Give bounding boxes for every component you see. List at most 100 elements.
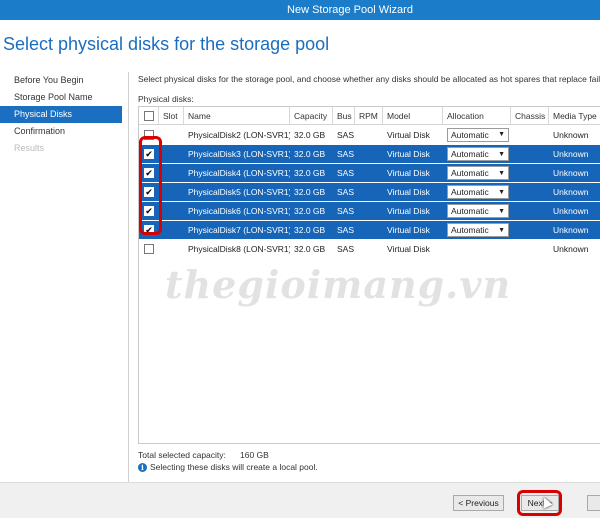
table-row[interactable]: ✔ PhysicalDisk7 (LON-SVR1) 32.0 GB SAS Virtu… [139,220,600,239]
header-select-all[interactable] [139,107,159,124]
previous-button[interactable]: < Previous [453,495,504,511]
cell-rpm [355,183,383,201]
cell-bus: SAS [337,225,355,235]
nav-item-before-you-begin[interactable]: Before You Begin [0,72,127,89]
cell-name: PhysicalDisk3 (LON-SVR1) [188,149,290,159]
chevron-down-icon: ▼ [498,188,505,196]
cell-allocation [443,239,511,258]
cell-media-type: Unknown [553,206,589,216]
cell-allocation: Automatic ▼ [443,145,511,163]
cell-model: Virtual Disk [387,168,430,178]
window-title: New Storage Pool Wizard [287,4,413,16]
column-header-chassis[interactable]: Chassis [511,107,549,124]
cell-slot [159,145,184,163]
cell-model: Virtual Disk [387,129,430,140]
cell-rpm [355,239,383,258]
cell-slot [159,164,184,182]
allocation-select[interactable]: Automatic ▼ [447,223,509,237]
cell-name: PhysicalDisk4 (LON-SVR1) [188,168,290,178]
next-button-highlight-box [517,490,562,516]
table-row[interactable]: ✔ PhysicalDisk5 (LON-SVR1) 32.0 GB SAS Virtu… [139,182,600,201]
cell-slot [159,221,184,239]
page-heading: Select physical disks for the storage po… [3,34,330,54]
cell-allocation: Automatic ▼ [443,125,511,144]
cell-model: Virtual Disk [387,206,430,216]
cell-rpm [355,202,383,220]
cell-capacity: 32.0 GB [294,243,326,254]
nav-item-storage-pool-name[interactable]: Storage Pool Name [0,89,127,106]
select-all-checkbox[interactable] [143,110,154,121]
cell-slot [159,239,184,258]
chevron-down-icon: ▼ [498,226,505,234]
cell-media-type: Unknown [553,243,589,254]
cell-slot [159,183,184,201]
total-capacity-label: Total selected capacity: [138,450,226,460]
cell-capacity: 32.0 GB [294,149,326,159]
cell-media-type: Unknown [553,225,589,235]
instruction-text: Select physical disks for the storage po… [138,74,600,84]
cell-chassis [511,145,549,163]
column-header-allocation[interactable]: Allocation [443,107,511,124]
nav-divider [128,72,129,482]
chevron-down-icon: ▼ [498,131,505,138]
disk-checkbox[interactable] [144,243,154,254]
allocation-value: Automatic [451,225,489,235]
allocation-value: Automatic [451,168,489,178]
column-header-name[interactable]: Name [184,107,290,124]
cell-rpm [355,125,383,144]
chevron-down-icon: ▼ [498,150,505,158]
next-button-adjacent[interactable] [587,495,600,511]
chevron-down-icon: ▼ [498,207,505,215]
table-row[interactable]: PhysicalDisk2 (LON-SVR1) 32.0 GB SAS Virtua… [139,125,600,144]
cell-capacity: 32.0 GB [294,225,326,235]
total-capacity-value: 160 GB [240,450,269,460]
cell-model: Virtual Disk [387,225,430,235]
table-row[interactable]: ✔ PhysicalDisk3 (LON-SVR1) 32.0 GB SAS Virtu… [139,144,600,163]
column-header-bus[interactable]: Bus [333,107,355,124]
cell-name: PhysicalDisk5 (LON-SVR1) [188,187,290,197]
cell-name: PhysicalDisk8 (LON-SVR1) [188,243,290,254]
info-icon: i [138,462,147,472]
allocation-select[interactable]: Automatic ▼ [447,185,509,199]
nav-item-physical-disks[interactable]: Physical Disks [0,106,122,123]
cell-chassis [511,202,549,220]
checkbox-highlight-box [139,136,162,235]
cell-slot [159,125,184,144]
column-header-model[interactable]: Model [383,107,443,124]
cell-name: PhysicalDisk6 (LON-SVR1) [188,206,290,216]
cell-media-type: Unknown [553,168,589,178]
cell-name: PhysicalDisk2 (LON-SVR1) [188,129,290,140]
column-header-slot[interactable]: Slot [159,107,184,124]
cell-capacity: 32.0 GB [294,187,326,197]
cell-allocation: Automatic ▼ [443,221,511,239]
cell-rpm [355,145,383,163]
allocation-select[interactable]: Automatic ▼ [447,127,509,142]
cell-bus: SAS [337,206,355,216]
cell-allocation: Automatic ▼ [443,164,511,182]
allocation-value: Automatic [451,129,489,140]
cell-media-type: Unknown [553,187,589,197]
table-row[interactable]: ✔ PhysicalDisk6 (LON-SVR1) 32.0 GB SAS Virtu… [139,201,600,220]
table-row[interactable]: ✔ PhysicalDisk4 (LON-SVR1) 32.0 GB SAS Virtu… [139,163,600,182]
cell-bus: SAS [337,168,355,178]
column-header-rpm[interactable]: RPM [355,107,383,124]
row-checkbox-cell[interactable] [139,239,159,258]
watermark: thegioimang.vn [165,262,512,307]
cell-chassis [511,221,549,239]
table-row[interactable]: PhysicalDisk8 (LON-SVR1) 32.0 GB SAS Virtua… [139,239,600,258]
cell-chassis [511,183,549,201]
wizard-nav: Before You Begin Storage Pool Name Physi… [0,72,127,157]
allocation-value: Automatic [451,149,489,159]
column-header-media-type[interactable]: Media Type [549,107,600,124]
nav-item-confirmation[interactable]: Confirmation [0,123,127,140]
cell-bus: SAS [337,149,355,159]
cell-model: Virtual Disk [387,187,430,197]
column-header-capacity[interactable]: Capacity [290,107,333,124]
allocation-select[interactable]: Automatic ▼ [447,166,509,180]
cell-capacity: 32.0 GB [294,206,326,216]
chevron-down-icon: ▼ [498,169,505,177]
cell-allocation: Automatic ▼ [443,183,511,201]
allocation-select[interactable]: Automatic ▼ [447,147,509,161]
allocation-select[interactable]: Automatic ▼ [447,204,509,218]
cell-chassis [511,125,549,144]
